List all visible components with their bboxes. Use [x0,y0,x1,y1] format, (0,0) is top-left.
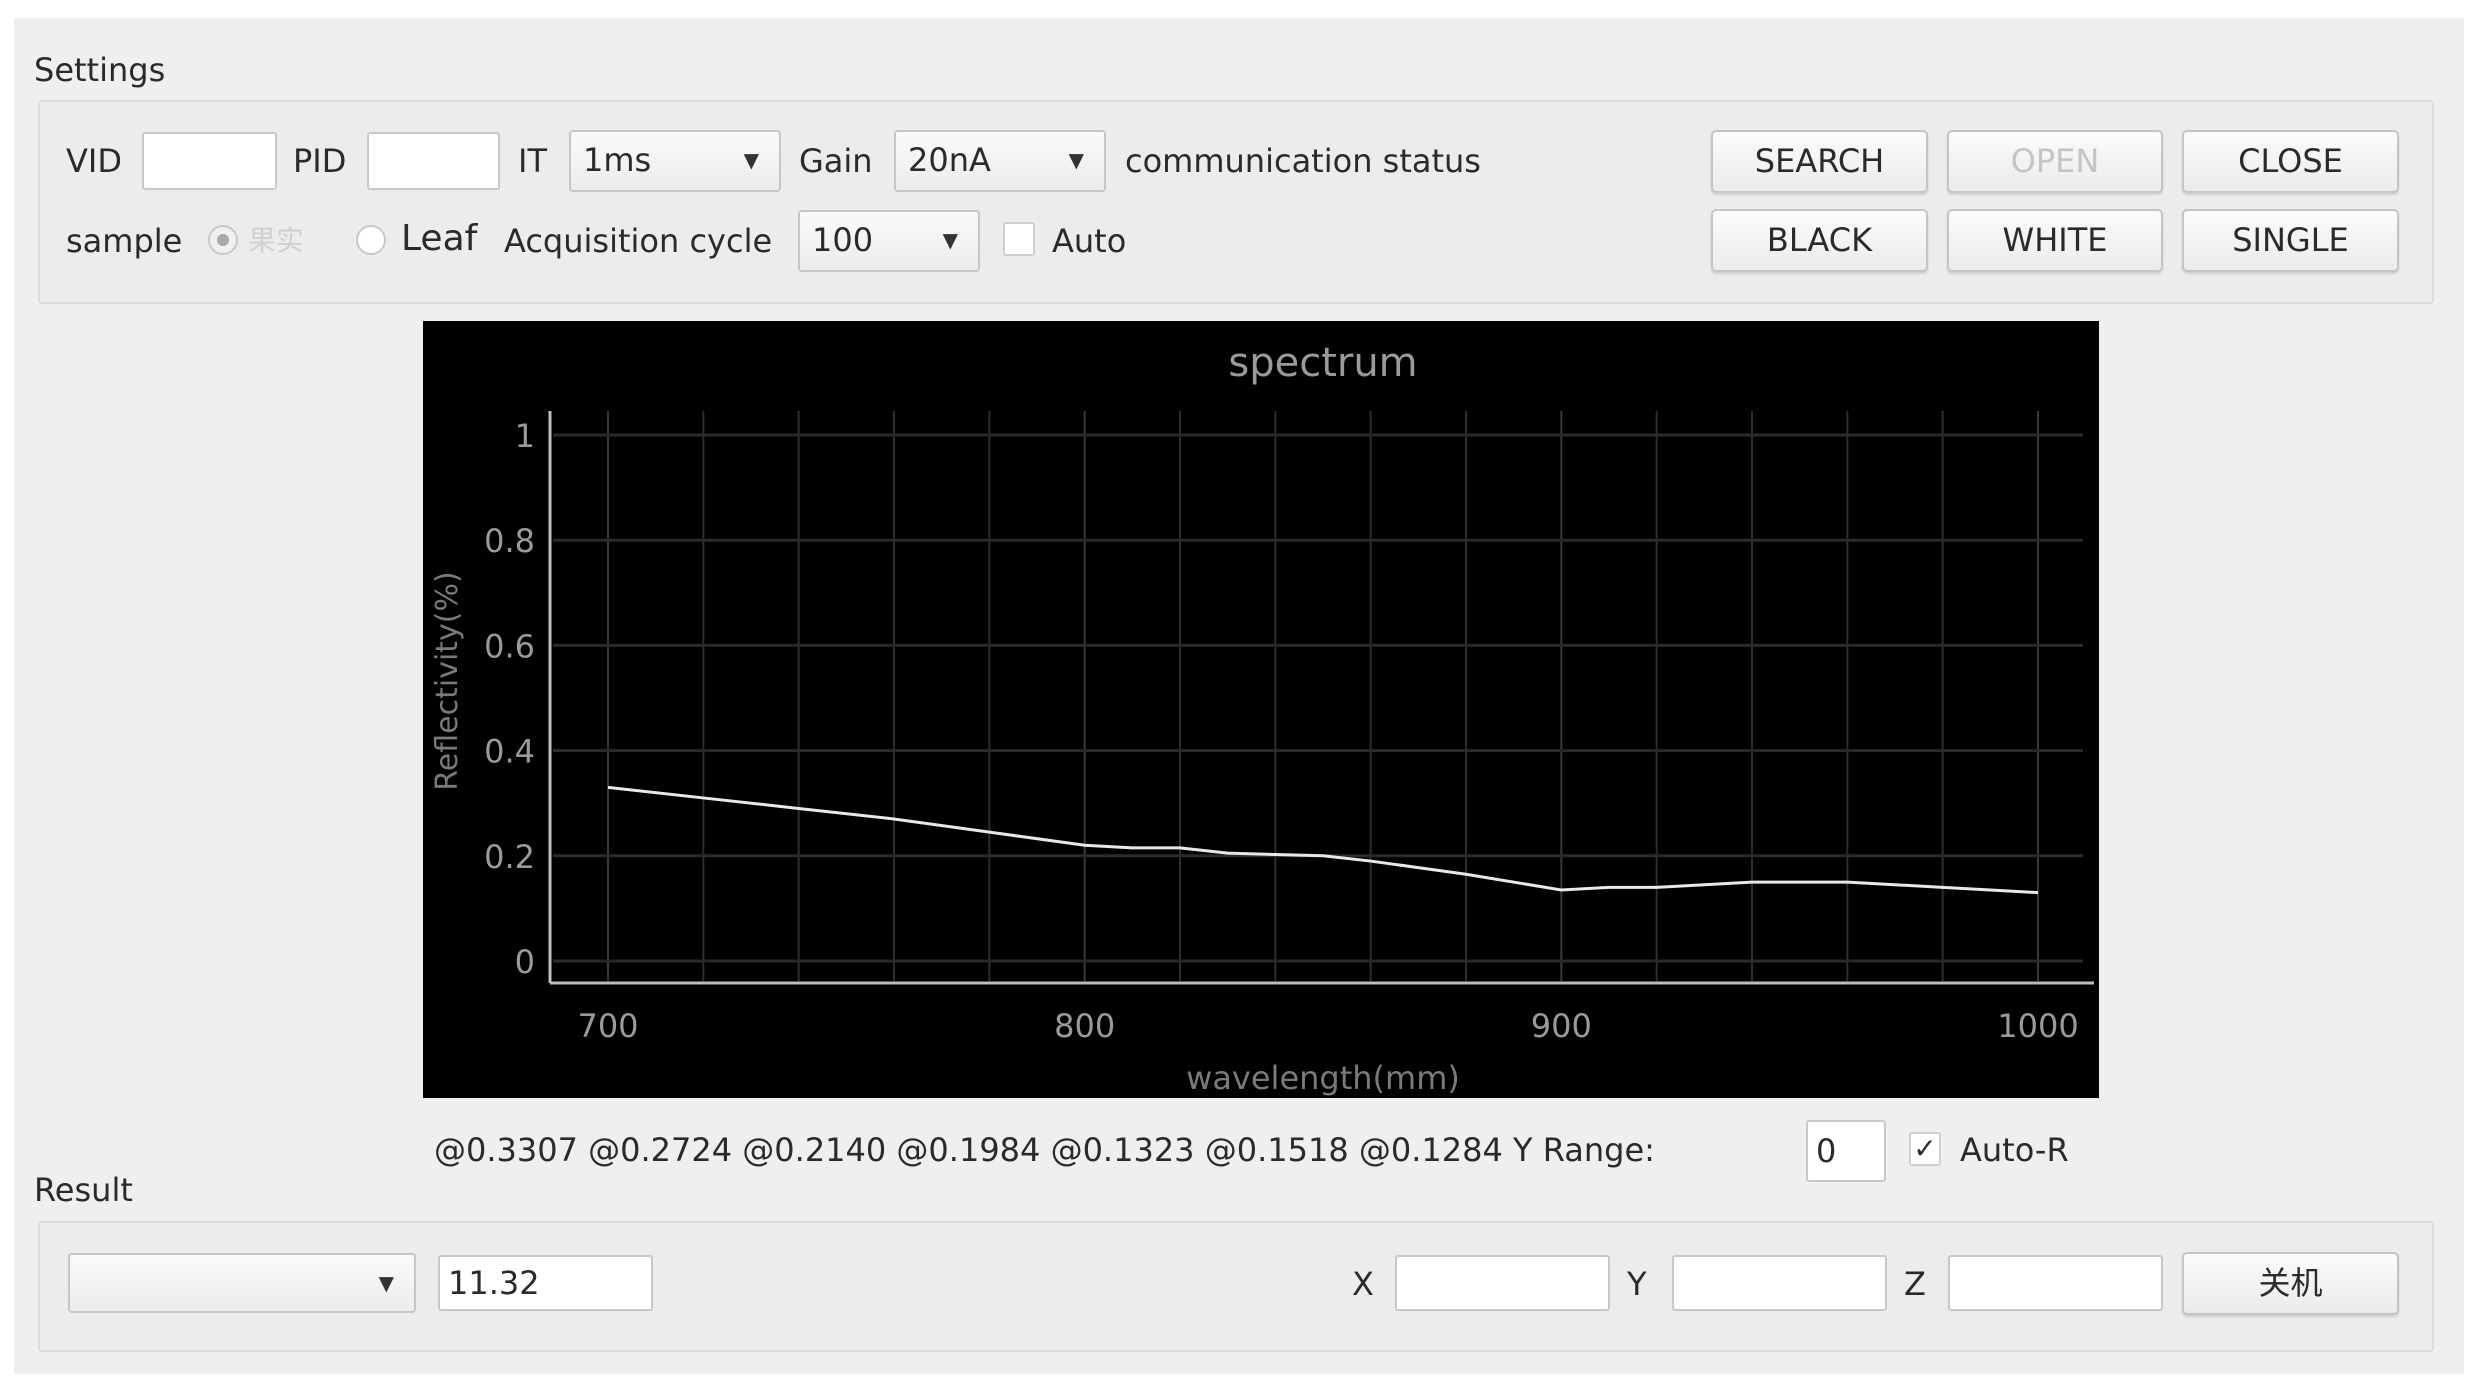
vid-input[interactable] [142,132,277,190]
acquisition-cycle-label: Acquisition cycle [504,222,773,260]
acquisition-cycle-value: 100 [812,221,874,259]
chart-y-tick-label: 0.6 [484,627,535,665]
result-select[interactable]: ▼ [68,1253,416,1313]
gain-label: Gain [799,142,873,180]
shutdown-button[interactable]: 关机 [2182,1252,2399,1315]
chart-y-tick-label: 0 [515,943,535,981]
auto-r-checkbox[interactable]: ✓ [1909,1132,1941,1166]
gain-select[interactable]: 20nA ▼ [894,130,1106,192]
black-button[interactable]: BLACK [1711,209,1928,272]
vid-label: VID [66,142,122,180]
sample-fruit-label: 果实 [248,224,305,257]
auto-checkbox[interactable] [1003,222,1035,256]
chevron-down-icon: ▼ [942,228,958,252]
checkmark-icon: ✓ [1913,1132,1937,1165]
search-button[interactable]: SEARCH [1711,130,1928,193]
it-value: 1ms [583,141,652,179]
y-range-input[interactable]: 0 [1806,1120,1886,1182]
chart-y-axis-label: Reflectivity(%) [430,571,465,790]
readout-value: @0.1518 [1204,1131,1349,1169]
chart-ticks: 0 0.2 0.4 0.6 0.8 1 700 800 900 1000 [484,417,2079,1045]
chart-x-axis-label: wavelength(mm) [1186,1059,1460,1097]
chart-x-tick-label: 700 [577,1007,638,1045]
readout-value: @0.1323 [1050,1131,1195,1169]
single-button[interactable]: SINGLE [2182,209,2399,272]
chart-y-tick-label: 0.2 [484,838,535,876]
gain-value: 20nA [908,141,991,179]
sample-leaf-label: Leaf [401,218,478,259]
sample-leaf-radio[interactable] [356,225,386,255]
spectrum-chart-svg: spectrum Reflectivity(%) wavelength(mm) … [430,340,2094,1097]
readout-values: @0.3307 @0.2724 @0.2140 @0.1984 @0.1323 … [434,1130,1655,1170]
pid-label: PID [293,142,347,180]
chart-x-tick-label: 900 [1531,1007,1592,1045]
chart-y-tick-label: 0.8 [484,522,535,560]
communication-status: communication status [1125,142,1481,180]
auto-r-label: Auto-R [1960,1131,2069,1169]
sample-fruit-radio[interactable] [208,225,238,255]
x-input[interactable] [1395,1255,1610,1311]
chart-x-tick-label: 1000 [1997,1007,2078,1045]
chart-title: spectrum [1228,340,1417,386]
white-button[interactable]: WHITE [1947,209,2163,272]
auto-label: Auto [1052,222,1127,260]
chart-grid [553,411,2083,981]
chevron-down-icon: ▼ [743,148,759,172]
readout-value: @0.1984 [896,1131,1041,1169]
readout-value: @0.2140 [742,1131,887,1169]
acquisition-cycle-select[interactable]: 100 ▼ [798,210,980,272]
readout-value: @0.1284 [1358,1131,1503,1169]
y-range-label: Y Range: [1512,1131,1655,1169]
pid-input[interactable] [367,132,500,190]
spectrum-series-line [607,785,2039,895]
it-label: IT [518,142,547,180]
readout-value: @0.2724 [588,1131,733,1169]
chart-x-tick-label: 800 [1054,1007,1115,1045]
chart-y-tick-label: 0.4 [484,733,535,771]
result-value-input[interactable]: 11.32 [438,1255,653,1311]
readout-value: @0.3307 [434,1131,578,1169]
x-label: X [1352,1265,1374,1303]
chevron-down-icon: ▼ [378,1271,394,1295]
open-button[interactable]: OPEN [1947,130,2163,193]
settings-title: Settings [34,51,166,89]
chart-y-tick-label: 1 [515,417,535,455]
sample-label: sample [66,222,183,260]
z-label: Z [1904,1265,1926,1303]
z-input[interactable] [1948,1255,2163,1311]
y-input[interactable] [1672,1255,1887,1311]
result-title: Result [34,1171,133,1209]
close-button[interactable]: CLOSE [2182,130,2399,193]
chevron-down-icon: ▼ [1068,148,1084,172]
spectrum-chart: spectrum Reflectivity(%) wavelength(mm) … [423,321,2099,1098]
it-select[interactable]: 1ms ▼ [569,130,781,192]
y-label: Y [1627,1265,1647,1303]
